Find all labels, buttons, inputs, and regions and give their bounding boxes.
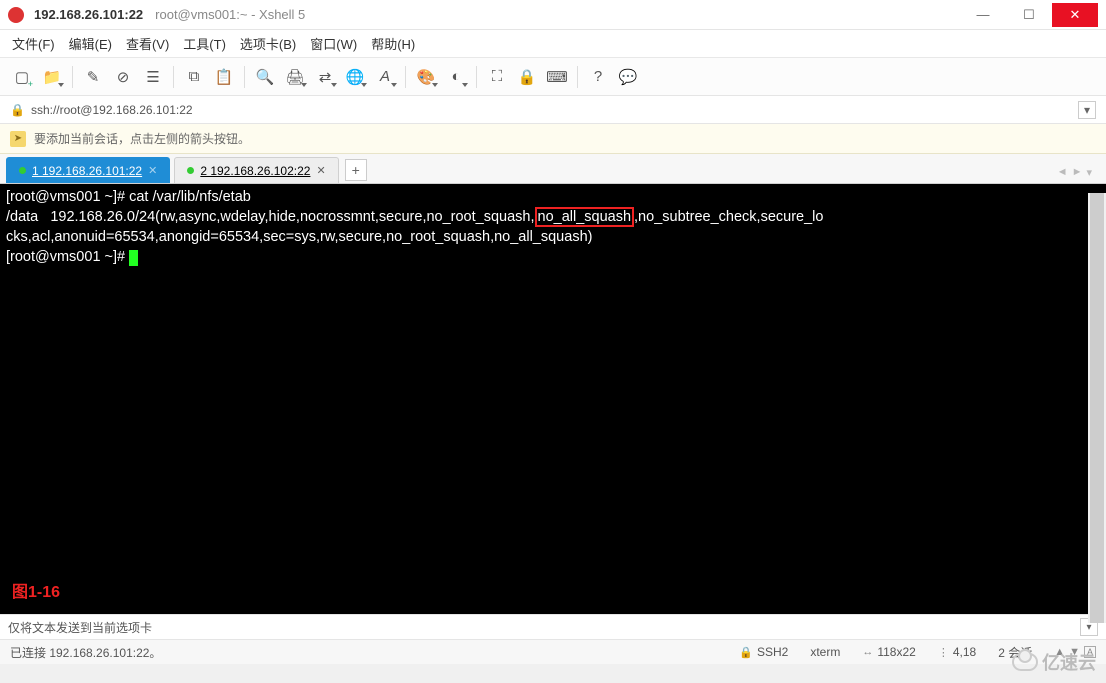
maximize-button[interactable]: ☐ (1006, 3, 1052, 27)
terminal-line-2a: /data 192.168.26.0/24(rw,async,wdelay,hi… (6, 209, 535, 225)
status-protocol: SSH2 (757, 645, 788, 659)
fullscreen-icon[interactable]: ⛶ (483, 63, 511, 91)
forum-icon[interactable]: 💬 (614, 63, 642, 91)
terminal-line-1: [root@vms001 ~]# cat /var/lib/nfs/etab (6, 189, 251, 205)
tab-close-icon[interactable]: ✕ (148, 164, 157, 177)
terminal-line-2b: ,no_subtree_check,secure_lo (634, 209, 823, 225)
status-bar: 已连接 192.168.26.101:22。 🔒 SSH2 xterm ↔ 118x… (0, 640, 1106, 664)
window-title-main: 192.168.26.101:22 (34, 7, 143, 22)
properties-icon[interactable]: ☰ (139, 63, 167, 91)
keyboard-icon[interactable]: ⌨ (543, 63, 571, 91)
terminal-line-3: cks,acl,anonuid=65534,anongid=65534,sec=… (6, 229, 592, 245)
disconnect-icon[interactable]: ⊘ (109, 63, 137, 91)
size-icon: ↔ (862, 646, 873, 658)
lock-icon[interactable]: 🔒 (513, 63, 541, 91)
script-icon[interactable]: ◐ (442, 63, 470, 91)
tab2-label: 2 192.168.26.102:22 (200, 164, 310, 178)
address-url[interactable]: ssh://root@192.168.26.101:22 (31, 103, 193, 117)
menu-view[interactable]: 查看(V) (126, 34, 169, 53)
toolbar-separator (405, 66, 406, 88)
color-scheme-icon[interactable]: 🎨 (412, 63, 440, 91)
toolbar-separator (476, 66, 477, 88)
toolbar: ▢+ 📁 ✎ ⊘ ☰ ⧉ 📋 🔍 🖨 ⇄ 🌐 A 🎨 ◐ ⛶ 🔒 ⌨ ? 💬 (0, 58, 1106, 96)
tab-close-icon[interactable]: ✕ (316, 164, 325, 177)
tab-session-1[interactable]: 1 192.168.26.101:22 ✕ (6, 157, 170, 183)
font-icon[interactable]: A (371, 63, 399, 91)
menu-edit[interactable]: 编辑(E) (69, 34, 112, 53)
position-icon: ⋮ (938, 646, 949, 659)
reconnect-icon[interactable]: ✎ (79, 63, 107, 91)
info-bar: ➤ 要添加当前会话，点击左侧的箭头按钮。 (0, 124, 1106, 154)
tab1-label: 1 192.168.26.101:22 (32, 164, 142, 178)
search-icon[interactable]: 🔍 (251, 63, 279, 91)
lock-small-icon: 🔒 (10, 103, 25, 117)
add-session-arrow-icon[interactable]: ➤ (10, 131, 26, 147)
terminal[interactable]: [root@vms001 ~]# cat /var/lib/nfs/etab /… (0, 184, 1106, 614)
status-term-type: xterm (810, 645, 840, 659)
close-button[interactable]: ✕ (1052, 3, 1098, 27)
menu-file[interactable]: 文件(F) (12, 34, 55, 53)
print-icon[interactable]: 🖨 (281, 63, 309, 91)
status-connection: 已连接 192.168.26.101:22。 (10, 644, 717, 661)
address-bar: 🔒 ssh://root@192.168.26.101:22 ▾ (0, 96, 1106, 124)
help-icon[interactable]: ? (584, 63, 612, 91)
window-title-sub: root@vms001:~ - Xshell 5 (155, 7, 305, 22)
toolbar-separator (244, 66, 245, 88)
paste-icon[interactable]: 📋 (210, 63, 238, 91)
cursor-icon (129, 250, 138, 266)
globe-icon[interactable]: 🌐 (341, 63, 369, 91)
toolbar-separator (577, 66, 578, 88)
toolbar-separator (72, 66, 73, 88)
new-session-icon[interactable]: ▢+ (8, 63, 36, 91)
figure-label: 图1-16 (12, 583, 60, 602)
app-icon (8, 7, 24, 23)
status-size: 118x22 (877, 645, 915, 659)
highlighted-option: no_all_squash (535, 207, 635, 227)
info-text: 要添加当前会话，点击左侧的箭头按钮。 (34, 130, 250, 147)
menubar: 文件(F) 编辑(E) 查看(V) 工具(T) 选项卡(B) 窗口(W) 帮助(… (0, 30, 1106, 58)
scrollbar-thumb[interactable] (1090, 193, 1104, 623)
tab-prev-icon[interactable]: ◄ (1057, 166, 1068, 179)
tab-session-2[interactable]: 2 192.168.26.102:22 ✕ (174, 157, 338, 183)
address-dropdown-button[interactable]: ▾ (1078, 101, 1096, 119)
open-session-icon[interactable]: 📁 (38, 63, 66, 91)
terminal-prompt: [root@vms001 ~]# (6, 249, 129, 265)
tab-list-icon[interactable]: ▾ (1086, 166, 1092, 179)
menu-window[interactable]: 窗口(W) (310, 34, 357, 53)
tab-next-icon[interactable]: ► (1072, 166, 1083, 179)
terminal-scrollbar[interactable] (1088, 193, 1106, 623)
tab-nav: ◄ ► ▾ (1057, 166, 1100, 183)
menu-help[interactable]: 帮助(H) (371, 34, 415, 53)
cloud-icon (1012, 653, 1038, 671)
menu-tabs[interactable]: 选项卡(B) (240, 34, 296, 53)
status-position: 4,18 (953, 645, 976, 659)
watermark: 亿速云 (1012, 649, 1096, 675)
lock-status-icon: 🔒 (739, 646, 753, 659)
menu-tools[interactable]: 工具(T) (183, 34, 226, 53)
new-tab-button[interactable]: + (345, 159, 367, 181)
status-dot-icon (19, 167, 26, 174)
copy-icon[interactable]: ⧉ (180, 63, 208, 91)
watermark-text: 亿速云 (1042, 649, 1096, 675)
tab-bar: 1 192.168.26.101:22 ✕ 2 192.168.26.102:2… (0, 154, 1106, 184)
transfer-icon[interactable]: ⇄ (311, 63, 339, 91)
send-destination-bar: 仅将文本发送到当前选项卡 ▾ (0, 614, 1106, 640)
toolbar-separator (173, 66, 174, 88)
minimize-button[interactable]: — (960, 3, 1006, 27)
destination-text: 仅将文本发送到当前选项卡 (8, 619, 152, 636)
titlebar: 192.168.26.101:22 root@vms001:~ - Xshell… (0, 0, 1106, 30)
status-dot-icon (187, 167, 194, 174)
